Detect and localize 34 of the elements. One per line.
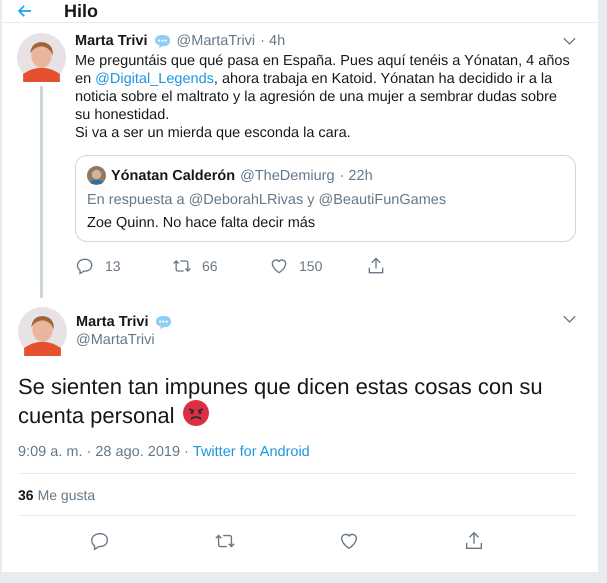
author-name: Yónatan Calderón — [111, 168, 236, 184]
tweet-time[interactable]: · 4h — [260, 33, 286, 49]
quoted-tweet[interactable]: Yónatan Calderón @TheDemiurg · 22h En respuesta a @DeborahLRivas y @BeautiFunGames Zoe Quinn. No hace falta decir más — [75, 155, 576, 242]
tweet-text: Se sienten tan impunes que dicen estas cosas con su — [18, 374, 543, 399]
tweet-text: Si va a ser un mierda que esconda la cara. — [75, 124, 352, 142]
reply-context: En respuesta a @DeborahLRivas y @BeautiFunGames — [87, 192, 448, 208]
author-name[interactable]: Marta Trivi — [75, 33, 148, 49]
chevron-down-icon[interactable] — [563, 36, 576, 46]
mention-link[interactable]: @Digital_Legends — [95, 71, 214, 87]
share-icon[interactable] — [366, 256, 386, 276]
action-count: 13 — [105, 258, 121, 274]
tweet-text: Me preguntáis que qué pasa en España. Pues aquí tenéis a Yónatan, 4 años en @Digital_Legends, ahora trabaja en Katoid. Yónatan ha decidido ir a la noticia sobre el maltrato y la agresión de una mujer a sembrar dudas sobre su honestidad. — [75, 52, 571, 124]
action-count: 66 — [202, 258, 218, 274]
author-name[interactable]: Marta Trivi — [76, 314, 149, 330]
author-handle: @MartaTrivi — [176, 33, 256, 49]
quoted-text: Zoe Quinn. No hace falta decir más — [87, 215, 316, 231]
author-handle: @MartaTrivi — [76, 332, 156, 348]
timestamp: 9:09 a. m. · 28 ago. 2019 · — [18, 444, 189, 460]
speech-bubble-icon — [154, 314, 173, 330]
like-label[interactable]: Me gusta — [38, 487, 96, 503]
like-count: 36 — [18, 487, 34, 503]
angry-face-icon — [182, 400, 209, 426]
avatar[interactable] — [17, 33, 66, 82]
tweet-time: · 22h — [340, 168, 373, 184]
chevron-down-icon[interactable] — [563, 315, 576, 324]
source-link[interactable]: Twitter for Android — [192, 444, 310, 460]
action-count: 150 — [299, 258, 322, 274]
reply-icon[interactable] — [75, 256, 95, 276]
speech-bubble-icon — [152, 34, 172, 48]
page-title: Hilo — [64, 0, 98, 22]
avatar — [87, 166, 106, 185]
avatar[interactable] — [18, 307, 67, 356]
author-handle: @TheDemiurg — [240, 168, 335, 184]
tweet-text: cuenta personal — [18, 403, 175, 428]
